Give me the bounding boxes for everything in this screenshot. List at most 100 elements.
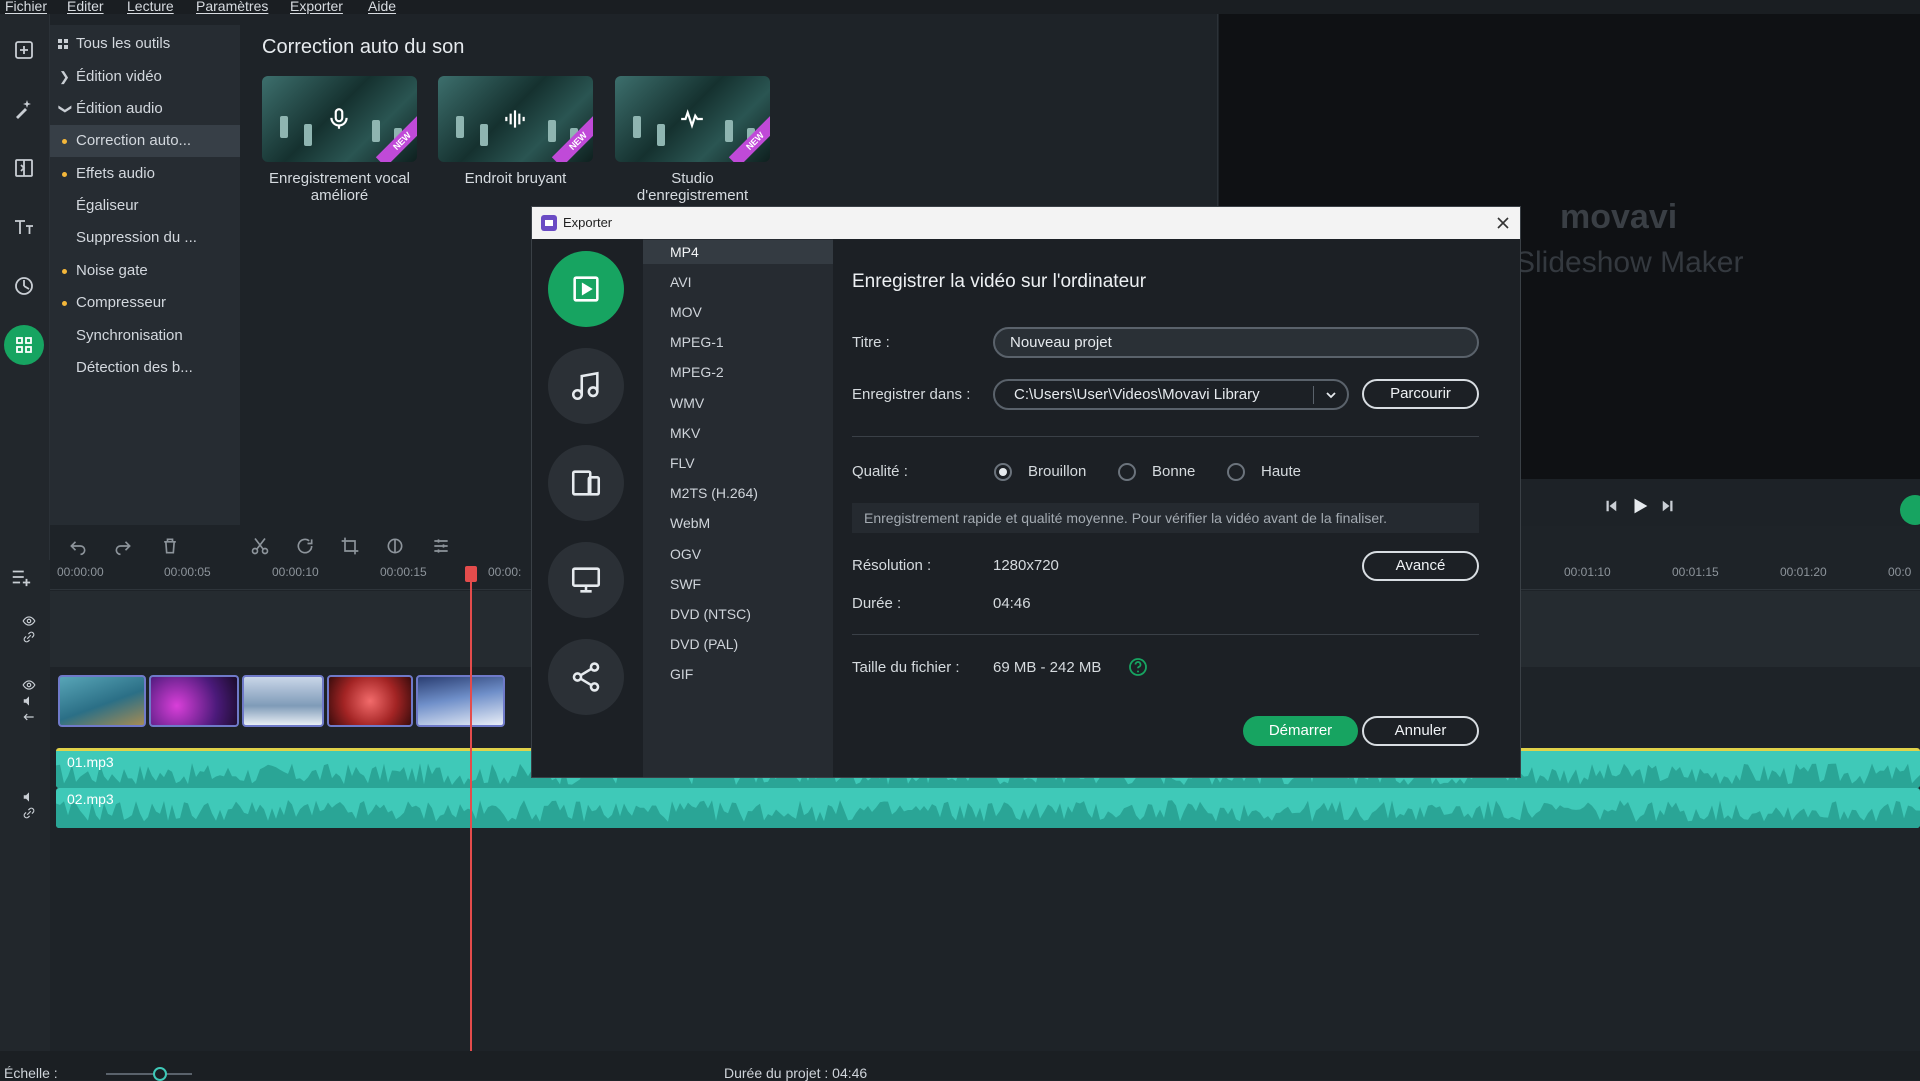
menu-file[interactable]: Fichier	[5, 0, 47, 13]
playhead-handle[interactable]	[465, 566, 477, 582]
quality-good-label[interactable]: Bonne	[1152, 463, 1195, 480]
preset-thumbnail: NEW	[615, 76, 770, 162]
preview-subtitle: Slideshow Maker	[1515, 246, 1744, 279]
add-track-icon[interactable]	[10, 566, 32, 588]
format-dvd-ntsc[interactable]: DVD (NTSC)	[643, 602, 833, 626]
quality-high-radio[interactable]	[1227, 463, 1245, 481]
cancel-button[interactable]: Annuler	[1362, 716, 1479, 746]
speaker-icon[interactable]	[22, 694, 36, 708]
format-mkv[interactable]: MKV	[643, 421, 833, 445]
save-location-select[interactable]: C:\Users\User\Videos\Movavi Library	[993, 379, 1349, 410]
help-icon[interactable]	[1128, 657, 1148, 677]
new-badge: NEW	[551, 114, 593, 162]
format-webm[interactable]: WebM	[643, 511, 833, 535]
prev-frame-icon[interactable]	[1602, 497, 1620, 515]
grid-icon	[58, 39, 68, 49]
link-icon[interactable]	[22, 806, 36, 820]
sidebar-item-label: Égaliseur	[76, 197, 139, 214]
browse-button[interactable]: Parcourir	[1362, 379, 1479, 409]
menu-playback[interactable]: Lecture	[127, 0, 174, 13]
crop-icon[interactable]	[340, 536, 360, 556]
format-dvd-pal[interactable]: DVD (PAL)	[643, 632, 833, 656]
format-mp4[interactable]: MP4	[643, 240, 833, 264]
sidebar-item-noise-gate[interactable]: Noise gate	[50, 255, 240, 287]
video-clip[interactable]	[242, 675, 324, 727]
sidebar-item-label: Compresseur	[76, 294, 167, 311]
title-input[interactable]: Nouveau projet	[993, 327, 1479, 358]
duration-label: Durée :	[852, 595, 902, 612]
chevron-down-icon[interactable]	[1325, 389, 1337, 401]
export-audio-button[interactable]	[548, 348, 624, 424]
panel-title: Correction auto du son	[262, 36, 465, 58]
quality-draft-radio[interactable]	[994, 463, 1012, 481]
format-wmv[interactable]: WMV	[643, 391, 833, 415]
format-gif[interactable]: GIF	[643, 662, 833, 686]
zoom-slider-track[interactable]	[106, 1073, 192, 1075]
trash-icon[interactable]	[160, 536, 180, 556]
import-icon[interactable]	[4, 30, 44, 70]
rotate-icon[interactable]	[295, 536, 315, 556]
quality-draft-label[interactable]: Brouillon	[1028, 463, 1086, 480]
export-fab-button[interactable]	[1900, 495, 1920, 525]
link-icon[interactable]	[22, 630, 36, 644]
advanced-button[interactable]: Avancé	[1362, 551, 1479, 581]
next-frame-icon[interactable]	[1659, 497, 1677, 515]
menu-settings[interactable]: Paramètres	[196, 0, 268, 13]
arrow-left-icon[interactable]	[22, 710, 36, 724]
visibility-icon[interactable]	[22, 678, 36, 692]
preset-card-noisy[interactable]: NEW Endroit bruyant	[438, 76, 593, 187]
undo-icon[interactable]	[68, 536, 88, 556]
playhead[interactable]	[470, 566, 472, 1051]
sidebar-item-equalizer[interactable]: Égaliseur	[50, 190, 240, 222]
transitions-icon[interactable]	[4, 148, 44, 188]
close-icon[interactable]	[1493, 213, 1513, 233]
zoom-slider-handle[interactable]	[153, 1067, 167, 1081]
sidebar-item-audio-editing[interactable]: ❯ Édition audio	[50, 93, 240, 125]
sidebar-item-sync[interactable]: Synchronisation	[50, 320, 240, 352]
format-mpeg1[interactable]: MPEG-1	[643, 330, 833, 354]
preset-card-vocal[interactable]: NEW Enregistrement vocal amélioré	[262, 76, 417, 204]
sidebar-item-noise-removal[interactable]: Suppression du ...	[50, 222, 240, 254]
magic-wand-icon[interactable]	[4, 89, 44, 129]
format-mpeg2[interactable]: MPEG-2	[643, 360, 833, 384]
color-adjust-icon[interactable]	[385, 536, 405, 556]
visibility-icon[interactable]	[22, 614, 36, 628]
sidebar-item-auto-correction[interactable]: Correction auto...	[50, 125, 240, 157]
play-icon[interactable]	[1629, 495, 1651, 517]
sidebar-item-compressor[interactable]: Compresseur	[50, 287, 240, 319]
sidebar-item-all-tools[interactable]: Tous les outils	[50, 28, 240, 60]
quality-good-radio[interactable]	[1118, 463, 1136, 481]
format-avi[interactable]: AVI	[643, 270, 833, 294]
tools-grid-icon[interactable]	[4, 325, 44, 365]
export-share-button[interactable]	[548, 639, 624, 715]
export-devices-button[interactable]	[548, 445, 624, 521]
preset-card-studio[interactable]: NEW Studio d'enregistrement	[615, 76, 770, 204]
video-clip[interactable]	[149, 675, 239, 727]
video-clip[interactable]	[416, 675, 505, 727]
video-clip[interactable]	[58, 675, 146, 727]
clock-icon[interactable]	[4, 266, 44, 306]
format-m2ts[interactable]: M2TS (H.264)	[643, 481, 833, 505]
menu-export[interactable]: Exporter	[290, 0, 343, 13]
audio-clip[interactable]: 02.mp3	[56, 788, 1920, 828]
start-button[interactable]: Démarrer	[1243, 716, 1358, 746]
menu-help[interactable]: Aide	[368, 0, 396, 13]
sidebar-item-audio-effects[interactable]: Effets audio	[50, 158, 240, 190]
video-clip[interactable]	[327, 675, 413, 727]
format-ogv[interactable]: OGV	[643, 542, 833, 566]
titles-icon[interactable]	[4, 207, 44, 247]
cut-icon[interactable]	[250, 536, 270, 556]
redo-icon[interactable]	[113, 536, 133, 556]
format-swf[interactable]: SWF	[643, 572, 833, 596]
speaker-icon[interactable]	[22, 790, 36, 804]
format-mov[interactable]: MOV	[643, 300, 833, 324]
clip-properties-icon[interactable]	[431, 536, 451, 556]
sidebar-item-label: Suppression du ...	[76, 229, 197, 246]
quality-high-label[interactable]: Haute	[1261, 463, 1301, 480]
export-video-button[interactable]	[548, 251, 624, 327]
menu-edit[interactable]: Editer	[67, 0, 104, 13]
export-tv-button[interactable]	[548, 542, 624, 618]
sidebar-item-video-editing[interactable]: ❯ Édition vidéo	[50, 61, 240, 93]
sidebar-item-beat-detection[interactable]: Détection des b...	[50, 352, 240, 384]
format-flv[interactable]: FLV	[643, 451, 833, 475]
